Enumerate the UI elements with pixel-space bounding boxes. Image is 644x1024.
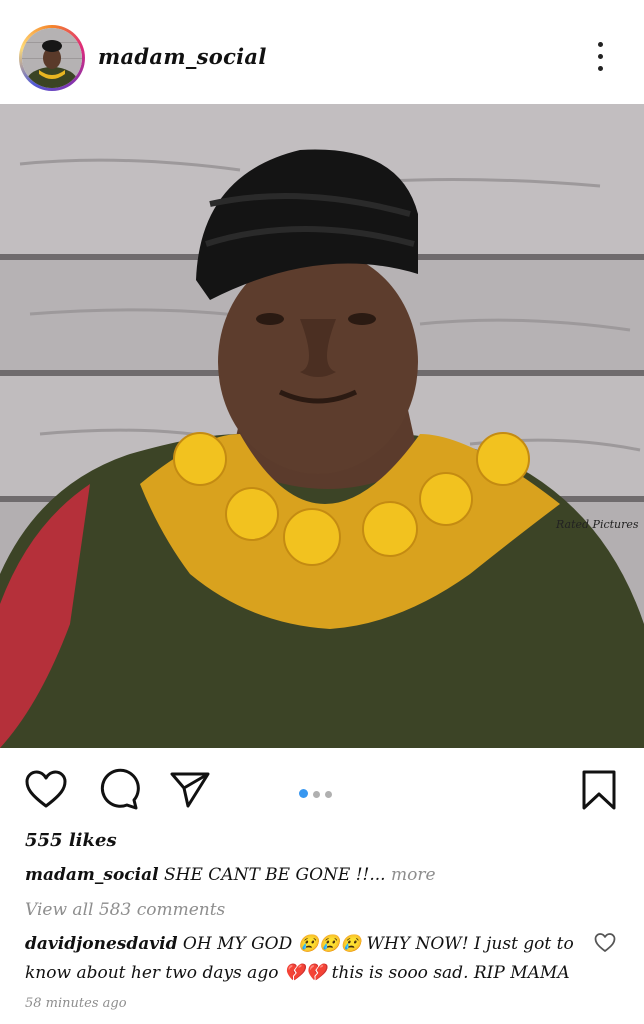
post-caption: madam_social SHE CANT BE GONE !!... more xyxy=(25,865,436,885)
share-icon[interactable] xyxy=(168,768,212,812)
like-count[interactable]: 555 likes xyxy=(25,830,117,851)
post-photo xyxy=(0,104,644,748)
comment: davidjonesdavid OH MY GOD 😢😢😢 WHY NOW! I… xyxy=(25,930,585,988)
comment-like-heart-icon[interactable] xyxy=(594,932,616,954)
avatar[interactable] xyxy=(22,28,82,88)
story-ring[interactable] xyxy=(19,25,85,91)
caption-text: SHE CANT BE GONE !!... xyxy=(164,865,386,885)
carousel-dot-active xyxy=(299,789,308,798)
photo-watermark: Rated Pictures xyxy=(556,518,639,531)
avatar-image xyxy=(22,28,82,88)
more-vertical-icon[interactable] xyxy=(592,42,608,76)
carousel-dot xyxy=(313,791,320,798)
heart-icon[interactable] xyxy=(24,768,68,812)
post-timestamp: 58 minutes ago xyxy=(25,996,127,1011)
caption-username[interactable]: madam_social xyxy=(25,865,159,885)
comment-icon[interactable] xyxy=(96,768,140,812)
view-all-comments-link[interactable]: View all 583 comments xyxy=(25,900,225,920)
carousel-indicator xyxy=(299,783,337,802)
post-author-username[interactable]: madam_social xyxy=(98,44,267,69)
caption-more-link[interactable]: more xyxy=(391,865,436,885)
post-header: madam_social xyxy=(0,0,644,104)
carousel-dot xyxy=(325,791,332,798)
bookmark-icon[interactable] xyxy=(578,768,622,812)
comment-username[interactable]: davidjonesdavid xyxy=(25,934,178,954)
post-image[interactable]: Rated Pictures xyxy=(0,104,644,748)
